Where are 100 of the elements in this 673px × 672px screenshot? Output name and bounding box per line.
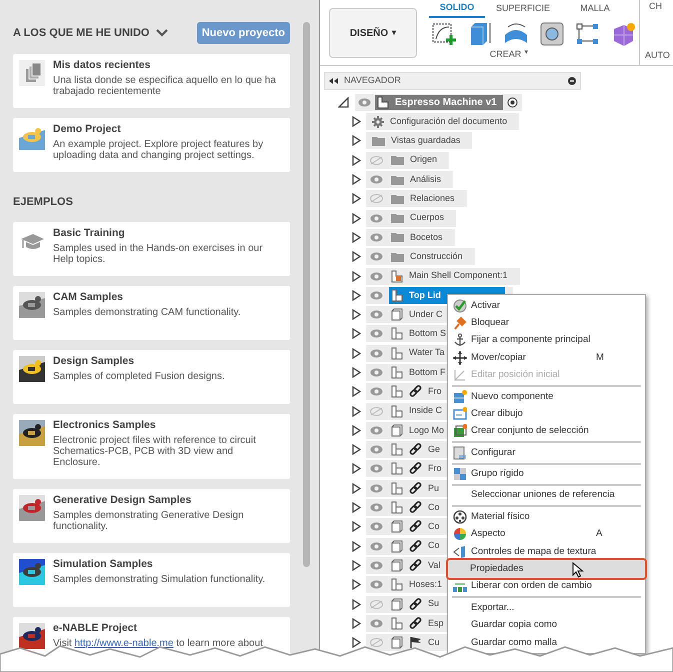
menu-item[interactable]: Nuevo componente — [449, 388, 644, 406]
tree-label: Under C — [409, 308, 443, 321]
collapsed-icon[interactable] — [352, 463, 361, 474]
tree-label: Ge — [428, 442, 440, 456]
collapsed-icon[interactable] — [352, 367, 361, 378]
collapsed-icon[interactable] — [352, 154, 361, 166]
tree-label: Configuración del documento — [390, 114, 508, 128]
collapsed-icon[interactable] — [352, 328, 361, 340]
tree-item[interactable]: Origen — [366, 152, 450, 169]
project-description: Electronic project files with reference to circuit Schematics-PCB, PCB with 3D view and Enclosure. — [53, 434, 257, 468]
material-icon — [453, 510, 467, 524]
project-card[interactable]: Mis datos recientes Una lista donde se especifica aquello en lo que ha trabajado recientemente — [13, 54, 290, 108]
tree-label: Co — [428, 500, 440, 514]
tree-label: Origen — [410, 153, 438, 166]
project-card[interactable]: Electronics Samples Electronic project files with reference to circuit Schematics-PCB, PCB with 3D view and Enclosure. — [13, 414, 290, 478]
project-description: Samples of completed Fusion designs. — [53, 370, 225, 382]
anchor-icon — [453, 333, 467, 348]
menu-item[interactable]: Guardar como malla — [449, 634, 644, 652]
tree-item[interactable]: Construcción — [366, 248, 475, 266]
collapsed-icon[interactable] — [352, 309, 361, 320]
tab[interactable]: MALLA — [561, 0, 629, 18]
tree-item[interactable]: Configuración del documento — [366, 113, 520, 130]
collapsed-icon[interactable] — [352, 270, 361, 282]
project-card[interactable]: Basic Training Samples used in the Hands-on exercises in our Help topics. — [13, 222, 290, 276]
collapsed-icon[interactable] — [352, 116, 361, 128]
menu-item[interactable]: Exportar... — [449, 599, 644, 617]
collapsed-icon[interactable] — [352, 290, 361, 301]
project-description: Visit http://www.e-nable.me to learn more about — [53, 638, 263, 648]
tree-item[interactable]: Main Shell Component:1 — [366, 268, 520, 285]
collapsed-icon[interactable] — [352, 540, 361, 552]
tab[interactable]: SOLIDO — [429, 0, 485, 18]
menu-item[interactable]: Propiedades — [448, 560, 645, 578]
collapsed-icon[interactable] — [352, 637, 361, 648]
project-description: An example project. Explore project features by uploading data and changing project settings. — [53, 139, 264, 161]
menu-item[interactable]: Configurar — [449, 444, 644, 462]
collapsed-icon[interactable] — [352, 482, 361, 494]
collapsed-icon[interactable] — [352, 386, 361, 398]
collapsed-icon[interactable] — [352, 579, 361, 590]
project-card[interactable]: Generative Design Samples Samples demonstrating Generative Design functionality. — [13, 488, 290, 542]
collapsed-icon[interactable] — [352, 618, 361, 629]
tree-label: Logo Mo — [409, 424, 444, 437]
project-card[interactable]: CAM Samples Samples demonstrating CAM functionality. — [13, 286, 290, 340]
body-icon — [391, 520, 403, 534]
menu-item[interactable]: Crear conjunto de selección — [449, 422, 644, 440]
project-description: Samples demonstrating Generative Design functionality. — [53, 510, 245, 532]
tree-item[interactable]: Cuerpos — [366, 210, 456, 227]
expanded-icon[interactable] — [338, 97, 349, 108]
project-description: Una lista donde se especifica aquello en lo que ha trabajado recientemente — [53, 75, 277, 97]
tree-item[interactable]: Análisis — [366, 171, 454, 188]
folder-icon — [391, 232, 404, 242]
collapsed-icon[interactable] — [352, 348, 361, 359]
cube-star-icon — [611, 21, 637, 47]
collapsed-icon[interactable] — [352, 212, 361, 224]
collapsed-icon[interactable] — [352, 193, 361, 204]
component-icon — [391, 346, 403, 360]
project-card[interactable]: Design Samples Samples of completed Fusion designs. — [13, 350, 290, 404]
project-title: Design Samples — [53, 356, 136, 366]
tab[interactable]: CH — [645, 0, 670, 14]
menu-item[interactable]: Aspecto A — [449, 526, 644, 544]
tree-label: Cu — [428, 636, 440, 649]
pin-icon — [453, 316, 467, 330]
tree-item[interactable]: Relaciones — [366, 190, 467, 208]
collapsed-icon[interactable] — [352, 232, 361, 243]
scrollbar-thumb[interactable] — [303, 22, 310, 567]
section-title: A LOS QUE ME HE UNIDO — [13, 26, 150, 41]
project-card[interactable]: Simulation Samples Samples demonstrating Simulation functionality. — [13, 552, 290, 606]
rigid-group-icon — [453, 467, 467, 482]
tree-label: Val — [428, 558, 440, 572]
collapsed-icon[interactable] — [352, 424, 361, 436]
collapsed-icon[interactable] — [352, 174, 361, 186]
collapsed-icon[interactable] — [352, 444, 361, 456]
menu-item[interactable]: Grupo rígido — [449, 466, 644, 483]
component-icon — [391, 327, 403, 340]
tree-label: Co — [428, 520, 440, 534]
menu-item[interactable]: Material físico — [449, 508, 644, 526]
collapsed-icon[interactable] — [352, 251, 361, 262]
check-icon — [453, 298, 467, 313]
project-title: Electronics Samples — [53, 420, 157, 430]
collapsed-icon[interactable] — [352, 502, 361, 514]
collapsed-icon[interactable] — [352, 135, 361, 146]
collapsed-icon[interactable] — [352, 521, 361, 532]
pattern-icon — [575, 21, 601, 47]
tree-item[interactable]: Bocetos — [366, 228, 455, 246]
workspace-dropdown[interactable]: DISEÑO ▾ — [329, 8, 417, 58]
tab[interactable]: SUPERFICIE — [485, 0, 561, 18]
project-link[interactable]: http://www.e-nable.me — [74, 638, 174, 648]
project-card[interactable]: Demo Project An example project. Explore project features by uploading data and changing project settings. — [13, 118, 290, 172]
collapsed-icon[interactable] — [352, 560, 361, 571]
tree-item[interactable]: Espresso Machine v1 — [355, 94, 522, 111]
tree-item[interactable]: Vistas guardadas — [366, 132, 472, 150]
project-title: Simulation Samples — [53, 558, 154, 570]
texture-map-icon — [453, 544, 467, 559]
tree-label: Main Shell Component:1 — [409, 269, 508, 282]
menu-item[interactable]: Seleccionar uniones de referencia — [449, 486, 644, 504]
collapsed-icon[interactable] — [352, 406, 361, 417]
collapsed-icon[interactable] — [352, 598, 361, 610]
project-title: CAM Samples — [53, 292, 124, 302]
body-icon — [391, 636, 403, 650]
component-icon — [391, 366, 403, 379]
tree-label: Bocetos — [410, 230, 443, 244]
